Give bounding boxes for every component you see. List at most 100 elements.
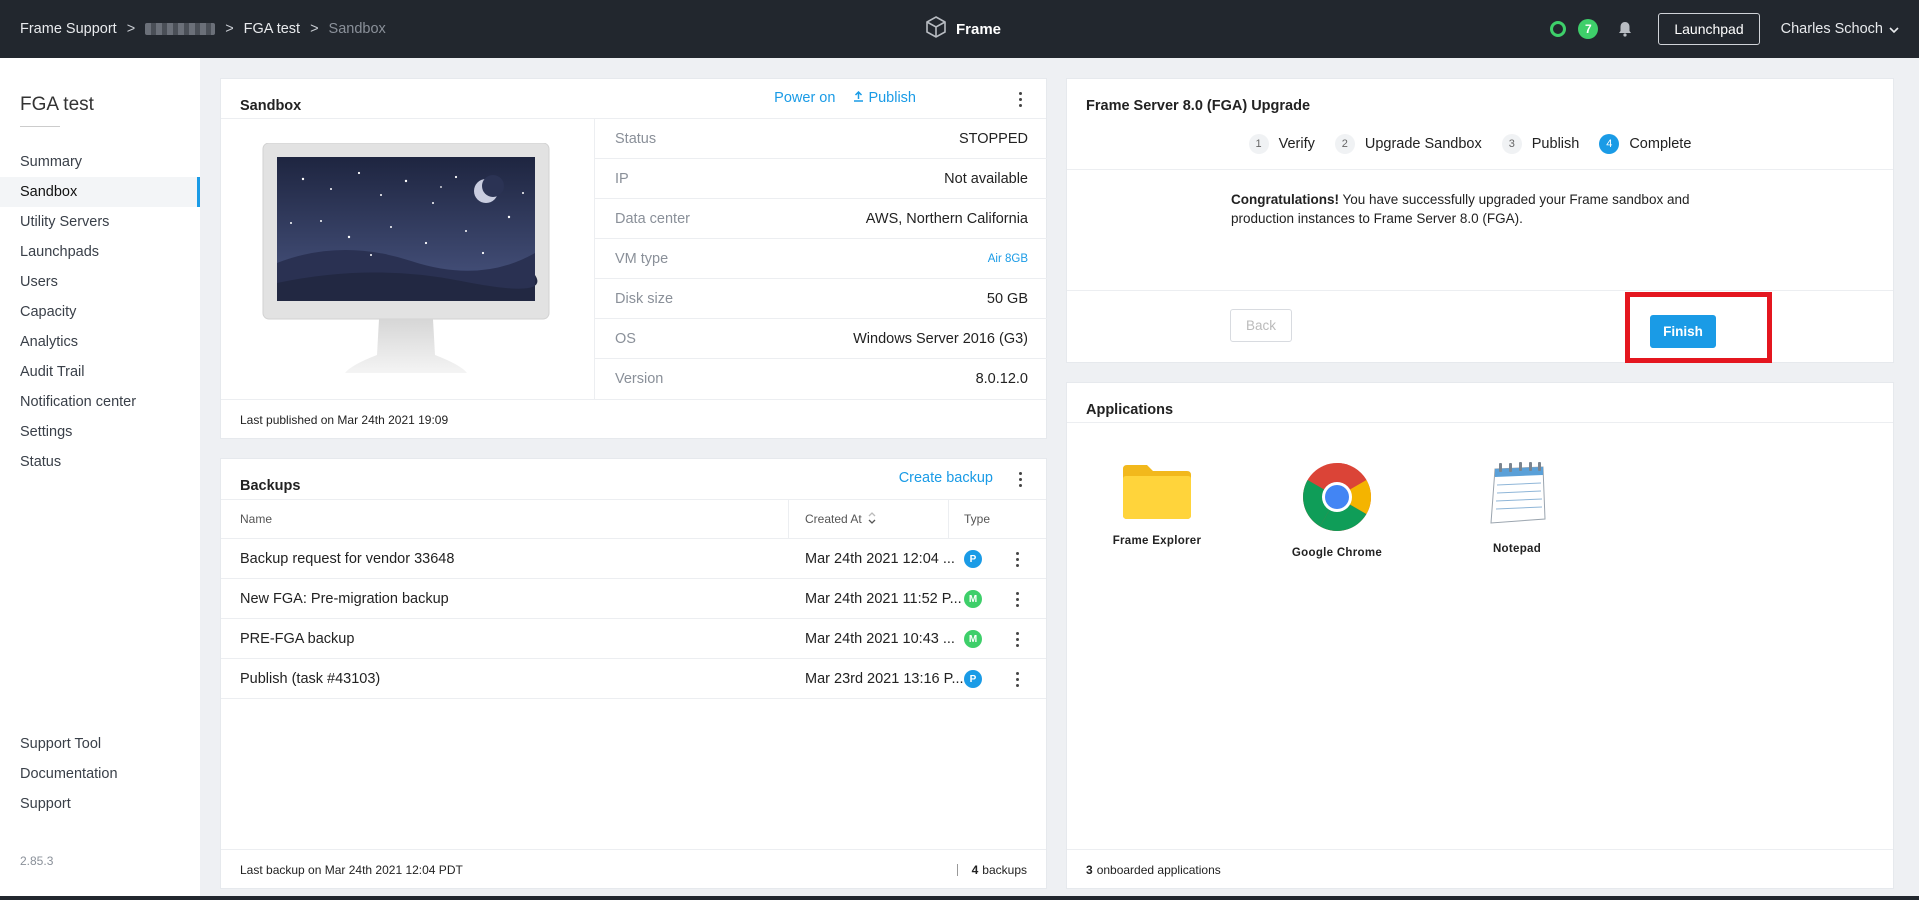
app-google-chrome[interactable]: Google Chrome (1267, 461, 1407, 559)
detail-row-version: Version 8.0.12.0 (595, 359, 1047, 399)
step-verify: 1 Verify (1248, 133, 1315, 154)
user-name: Charles Schoch (1780, 21, 1883, 37)
column-name[interactable]: Name (240, 500, 272, 538)
sandbox-footer: Last published on Mar 24th 2021 19:09 (221, 399, 1046, 439)
create-backup-button[interactable]: Create backup (899, 470, 993, 486)
backups-more-icon[interactable] (1015, 472, 1025, 487)
sandbox-more-icon[interactable] (1015, 92, 1025, 107)
app-frame-explorer[interactable]: Frame Explorer (1087, 461, 1227, 547)
upgrade-actions: Back Finish (1067, 290, 1893, 363)
type-badge-manual: M (964, 630, 982, 648)
launchpad-button[interactable]: Launchpad (1658, 13, 1760, 45)
sidebar-item-launchpads[interactable]: Launchpads (0, 237, 200, 267)
sidebar-item-documentation[interactable]: Documentation (0, 759, 200, 789)
sidebar-bottom-nav: Support Tool Documentation Support (0, 729, 200, 819)
upgrade-stepper: 1 Verify 2 Upgrade Sandbox 3 Publish 4 C… (1067, 118, 1893, 170)
sidebar-item-utility-servers[interactable]: Utility Servers (0, 207, 200, 237)
onboarded-count: 3 (1086, 862, 1093, 877)
detail-row-ip: IP Not available (595, 159, 1047, 199)
sidebar-item-capacity[interactable]: Capacity (0, 297, 200, 327)
upload-icon (853, 90, 864, 106)
backup-count-number: 4 (971, 863, 979, 877)
back-button[interactable]: Back (1230, 309, 1292, 342)
sidebar-nav: Summary Sandbox Utility Servers Launchpa… (0, 147, 200, 477)
bell-icon[interactable] (1618, 21, 1632, 37)
detail-row-disk-size: Disk size 50 GB (595, 279, 1047, 319)
user-menu[interactable]: Charles Schoch (1781, 21, 1899, 37)
backup-count: 4 backups (956, 850, 1027, 890)
breadcrumb-fga-test[interactable]: FGA test (244, 21, 300, 37)
sidebar-item-audit-trail[interactable]: Audit Trail (0, 357, 200, 387)
backup-name: Backup request for vendor 33648 (240, 551, 455, 567)
brand[interactable]: Frame (924, 0, 1001, 58)
chrome-icon (1301, 461, 1373, 536)
publish-button[interactable]: Publish (853, 90, 916, 106)
backup-created: Mar 24th 2021 11:52 P... (805, 591, 962, 607)
detail-value-status: STOPPED (958, 130, 1028, 147)
step-number: 1 (1248, 133, 1269, 154)
power-on-button[interactable]: Power on (774, 90, 835, 106)
detail-value-version: 8.0.12.0 (975, 371, 1028, 387)
finish-button[interactable]: Finish (1650, 315, 1716, 348)
detail-row-data-center: Data center AWS, Northern California (595, 199, 1047, 239)
sidebar-title: FGA test (20, 94, 94, 115)
backup-count-label: backups (982, 863, 1027, 877)
breadcrumb-separator: > (225, 21, 234, 37)
top-right-controls: 7 Launchpad Charles Schoch (1550, 0, 1919, 58)
app-label: Frame Explorer (1112, 535, 1202, 547)
backup-name: New FGA: Pre-migration backup (240, 591, 449, 607)
notepad-icon (1481, 461, 1553, 532)
backups-card: Backups Create backup Name Created At Ty… (220, 458, 1047, 889)
detail-key: Disk size (615, 290, 674, 307)
sidebar-item-users[interactable]: Users (0, 267, 200, 297)
sandbox-actions: Power on Publish (774, 90, 916, 106)
column-created-at-label: Created At (805, 512, 862, 526)
row-more-icon[interactable] (1012, 552, 1022, 567)
table-row[interactable]: New FGA: Pre-migration backup Mar 24th 2… (221, 579, 1046, 619)
frame-cube-icon (924, 15, 948, 43)
sandbox-card: Sandbox Power on Publish Status STOPPED … (220, 78, 1047, 439)
sidebar-item-analytics[interactable]: Analytics (0, 327, 200, 357)
breadcrumb: Frame Support > > FGA test > Sandbox (20, 0, 386, 58)
table-row[interactable]: PRE-FGA backup Mar 24th 2021 10:43 ... M (221, 619, 1046, 659)
sandbox-details: Status STOPPED IP Not available Data cen… (594, 119, 1047, 399)
connection-status-icon[interactable] (1550, 21, 1567, 37)
row-more-icon[interactable] (1012, 632, 1022, 647)
sidebar: FGA test Summary Sandbox Utility Servers… (0, 58, 200, 900)
sidebar-item-settings[interactable]: Settings (0, 417, 200, 447)
backup-name: Publish (task #43103) (240, 671, 381, 687)
row-more-icon[interactable] (1012, 592, 1022, 607)
sidebar-item-sandbox[interactable]: Sandbox (0, 177, 200, 207)
window-bottom-edge (0, 896, 1919, 900)
detail-key: OS (615, 330, 636, 347)
detail-value-data-center: AWS, Northern California (865, 210, 1028, 227)
step-number: 2 (1334, 133, 1355, 154)
vm-type-link[interactable]: Air 8GB (988, 253, 1028, 265)
app-label: Google Chrome (1291, 547, 1383, 559)
column-divider (788, 500, 789, 538)
backup-name: PRE-FGA backup (240, 631, 355, 647)
detail-key: Status (615, 130, 657, 147)
sidebar-item-notification-center[interactable]: Notification center (0, 387, 200, 417)
finish-highlight-box: Finish (1625, 292, 1772, 363)
sidebar-item-summary[interactable]: Summary (0, 147, 200, 177)
column-type[interactable]: Type (964, 500, 990, 538)
app-label: Notepad (1492, 543, 1542, 555)
column-created-at[interactable]: Created At (805, 500, 876, 538)
backups-table-header: Name Created At Type (221, 499, 1046, 539)
sidebar-item-support[interactable]: Support (0, 789, 200, 819)
detail-key: Version (615, 371, 664, 387)
table-row[interactable]: Backup request for vendor 33648 Mar 24th… (221, 539, 1046, 579)
breadcrumb-frame-support[interactable]: Frame Support (20, 21, 117, 37)
app-notepad[interactable]: Notepad (1447, 461, 1587, 555)
notification-count-badge[interactable]: 7 (1578, 19, 1599, 39)
backups-table-body: Backup request for vendor 33648 Mar 24th… (221, 539, 1046, 699)
step-complete: 4 Complete (1599, 133, 1691, 154)
sidebar-item-support-tool[interactable]: Support Tool (0, 729, 200, 759)
breadcrumb-redacted-account[interactable] (145, 23, 216, 35)
table-row[interactable]: Publish (task #43103) Mar 23rd 2021 13:1… (221, 659, 1046, 699)
row-more-icon[interactable] (1012, 672, 1022, 687)
applications-card: Applications Frame Explorer Google Chrom… (1066, 382, 1894, 889)
sidebar-item-status[interactable]: Status (0, 447, 200, 477)
detail-value-disk-size: 50 GB (986, 290, 1028, 307)
